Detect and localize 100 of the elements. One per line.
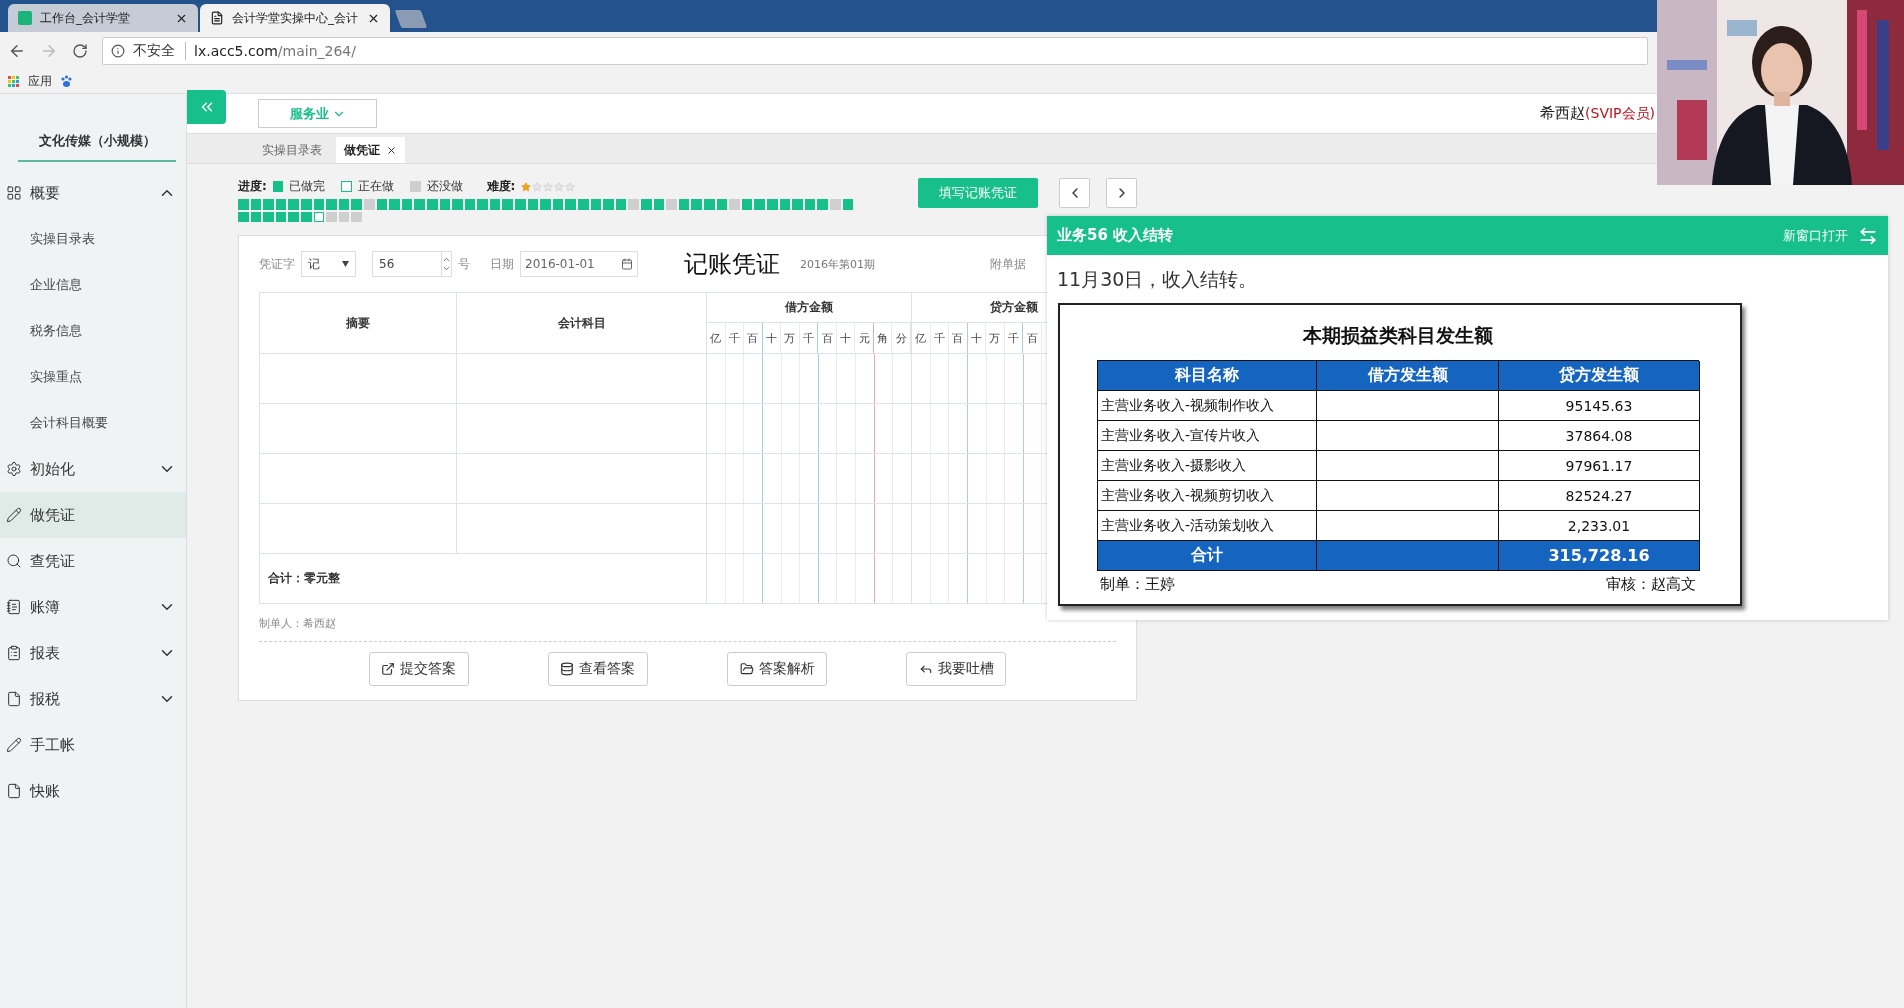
sheet-title: 本期损益类科目发生额	[1301, 323, 1494, 348]
sidebar-item[interactable]: 概要	[0, 170, 186, 216]
progress-square[interactable]	[779, 199, 791, 210]
digit-header: 亿	[707, 323, 726, 354]
attachments-label: 附单据	[990, 255, 1026, 273]
table-cell[interactable]	[260, 404, 457, 455]
progress-square[interactable]	[502, 199, 514, 210]
paw-icon[interactable]	[60, 75, 73, 88]
progress-square[interactable]	[313, 211, 325, 223]
voucher-word-select[interactable]: 记	[301, 251, 356, 278]
progress-square[interactable]	[338, 199, 350, 210]
clipboard-icon	[6, 645, 22, 661]
progress-square[interactable]	[829, 199, 841, 210]
progress-square[interactable]	[300, 211, 312, 223]
page-icon	[210, 11, 224, 25]
progress-square[interactable]	[804, 199, 816, 210]
progress-square[interactable]	[716, 199, 728, 210]
action-button[interactable]: 我要吐槽	[906, 652, 1007, 687]
table-cell[interactable]	[457, 354, 707, 405]
file-icon	[6, 691, 22, 707]
sheet-maker: 制单：王婷	[1100, 575, 1175, 594]
progress-square[interactable]	[250, 211, 262, 223]
progress-square[interactable]	[590, 199, 602, 210]
progress-square[interactable]	[401, 199, 413, 210]
sidebar-item[interactable]: 报表	[0, 630, 186, 676]
bookmark-link[interactable]: 应用	[28, 73, 52, 90]
action-button[interactable]: 答案解析	[727, 652, 828, 687]
action-button[interactable]: 查看答案	[547, 652, 648, 687]
progress-square[interactable]	[842, 199, 854, 210]
previous-button[interactable]	[1059, 178, 1090, 208]
digit-header: 十	[967, 323, 987, 354]
progress-square[interactable]	[351, 211, 362, 223]
table-cell[interactable]	[260, 454, 457, 505]
progress-square[interactable]	[376, 199, 388, 210]
progress-square[interactable]	[238, 211, 249, 223]
pencil-icon	[6, 507, 22, 523]
progress-square[interactable]	[326, 211, 337, 223]
progress-square[interactable]	[263, 211, 274, 223]
new-tab-button[interactable]	[394, 10, 428, 28]
collapse-button[interactable]	[187, 90, 226, 124]
page-tab[interactable]: 实操目录表	[262, 137, 322, 163]
reload-icon[interactable]	[72, 43, 88, 59]
table-cell[interactable]	[260, 354, 457, 405]
apps-icon[interactable]	[8, 75, 20, 88]
table-cell[interactable]	[457, 404, 707, 455]
close-icon[interactable]	[386, 144, 397, 156]
sidebar-subitem[interactable]: 税务信息	[0, 308, 186, 354]
browser-tab[interactable]: 会计学堂实操中心_会计	[200, 4, 390, 32]
progress-square[interactable]	[313, 199, 325, 210]
sidebar-item[interactable]: 快账	[0, 768, 186, 814]
action-button[interactable]: 提交答案	[368, 652, 469, 687]
progress-square[interactable]	[439, 199, 451, 210]
voucher-title: 记账凭证	[684, 249, 780, 281]
sidebar-item[interactable]: 报税	[0, 676, 186, 722]
url-text: lx.acc5.com/main_264/	[194, 43, 356, 59]
progress-square[interactable]	[552, 199, 564, 210]
progress-square[interactable]	[703, 199, 715, 210]
page-tab[interactable]: 做凭证	[336, 137, 405, 163]
progress-square[interactable]	[527, 199, 539, 210]
sheet-cell: 主营业务收入-宣传片收入	[1098, 421, 1317, 451]
progress-square[interactable]	[489, 199, 501, 210]
progress-square[interactable]	[678, 199, 690, 210]
progress-square[interactable]	[464, 199, 476, 210]
sidebar-subitem[interactable]: 会计科目概要	[0, 400, 186, 446]
browser-tab[interactable]: 工作台_会计学堂	[8, 4, 198, 32]
progress-square[interactable]	[250, 199, 262, 210]
table-cell[interactable]	[260, 504, 457, 555]
sheet-cell: 95145.63	[1499, 391, 1700, 421]
progress-square[interactable]	[426, 199, 438, 210]
sidebar-item[interactable]: 账簿	[0, 584, 186, 630]
sidebar-subitem[interactable]: 企业信息	[0, 262, 186, 308]
next-button[interactable]	[1106, 178, 1137, 208]
progress-square[interactable]	[288, 211, 299, 223]
progress-square[interactable]	[653, 199, 665, 210]
sidebar-subitem[interactable]: 实操重点	[0, 354, 186, 400]
table-cell[interactable]	[457, 504, 707, 555]
progress-square[interactable]	[300, 199, 312, 210]
back-icon[interactable]	[8, 42, 26, 60]
voucher-number-field[interactable]: 56	[372, 251, 452, 278]
table-cell[interactable]	[457, 454, 707, 505]
progress-square[interactable]	[275, 211, 287, 223]
progress-square[interactable]	[565, 199, 577, 210]
sidebar-item[interactable]: 查凭证	[0, 538, 186, 584]
progress-square[interactable]	[275, 199, 287, 210]
forward-icon[interactable]	[40, 42, 58, 60]
sidebar-subitem[interactable]: 实操目录表	[0, 216, 186, 262]
progress-square[interactable]	[741, 199, 753, 210]
progress-square[interactable]	[363, 199, 375, 210]
sidebar-item[interactable]: 做凭证	[0, 492, 186, 538]
security-label: 不安全	[133, 42, 186, 60]
sidebar-item[interactable]: 手工帐	[0, 722, 186, 768]
sidebar-item[interactable]: 初始化	[0, 446, 186, 492]
legend-swatch	[341, 181, 352, 192]
progress-square[interactable]	[766, 199, 778, 210]
progress-square[interactable]	[615, 199, 627, 210]
swap-icon[interactable]	[1858, 225, 1878, 246]
date-field[interactable]: 2016-01-01	[520, 251, 638, 278]
address-field[interactable]: 不安全 lx.acc5.com/main_264/	[102, 37, 1648, 65]
digit-header: 角	[873, 323, 893, 354]
progress-square[interactable]	[338, 211, 350, 223]
